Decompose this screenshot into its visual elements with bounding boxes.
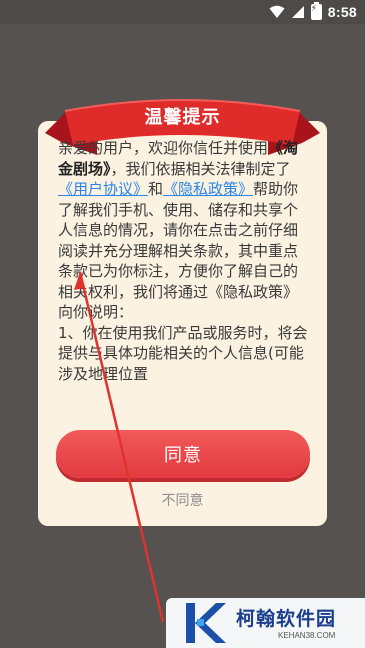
agree-button[interactable]: 同意 bbox=[56, 430, 310, 478]
intro-tail: 帮助你了解我们手机、使用、储存和共享个人信息的情况，请你在点击之前仔细阅读并充分… bbox=[58, 180, 299, 321]
dialog-title: 温馨提示 bbox=[144, 107, 221, 128]
signal-icon bbox=[291, 6, 304, 18]
battery-charging-icon bbox=[310, 2, 322, 20]
watermark-url: KEHAN38.COM bbox=[278, 631, 336, 640]
text-fade bbox=[48, 395, 318, 417]
status-time: 8:58 bbox=[327, 4, 357, 20]
wifi-icon bbox=[269, 5, 285, 18]
and-text: 和 bbox=[148, 180, 164, 198]
status-bar: 8:58 bbox=[0, 0, 365, 24]
intro-paragraph: 亲爱的用户，欢迎你信任并使用《淘金剧场》，我们依据相关法律制定了《用户协议》和《… bbox=[58, 138, 309, 323]
user-agreement-link[interactable]: 《用户协议》 bbox=[58, 180, 148, 198]
watermark-name: 柯翰软件园 bbox=[236, 608, 337, 630]
watermark: 柯翰软件园 KEHAN38.COM bbox=[166, 598, 365, 648]
status-icons: 8:58 bbox=[269, 2, 357, 21]
intro-lead: 亲爱的用户，欢迎你信任并使用 bbox=[58, 139, 269, 157]
privacy-policy-link[interactable]: 《隐私政策》 bbox=[163, 180, 253, 198]
kehan-logo-icon bbox=[186, 603, 226, 643]
dialog-body: 亲爱的用户，欢迎你信任并使用《淘金剧场》，我们依据相关法律制定了《用户协议》和《… bbox=[58, 138, 309, 412]
disagree-button[interactable]: 不同意 bbox=[0, 490, 365, 510]
intro-mid: ，我们依据相关法律制定了 bbox=[110, 159, 291, 178]
item-1: 1、你在使用我们产品或服务时，将会提供与具体功能相关的个人信息(可能涉及地理位置 bbox=[58, 323, 308, 383]
